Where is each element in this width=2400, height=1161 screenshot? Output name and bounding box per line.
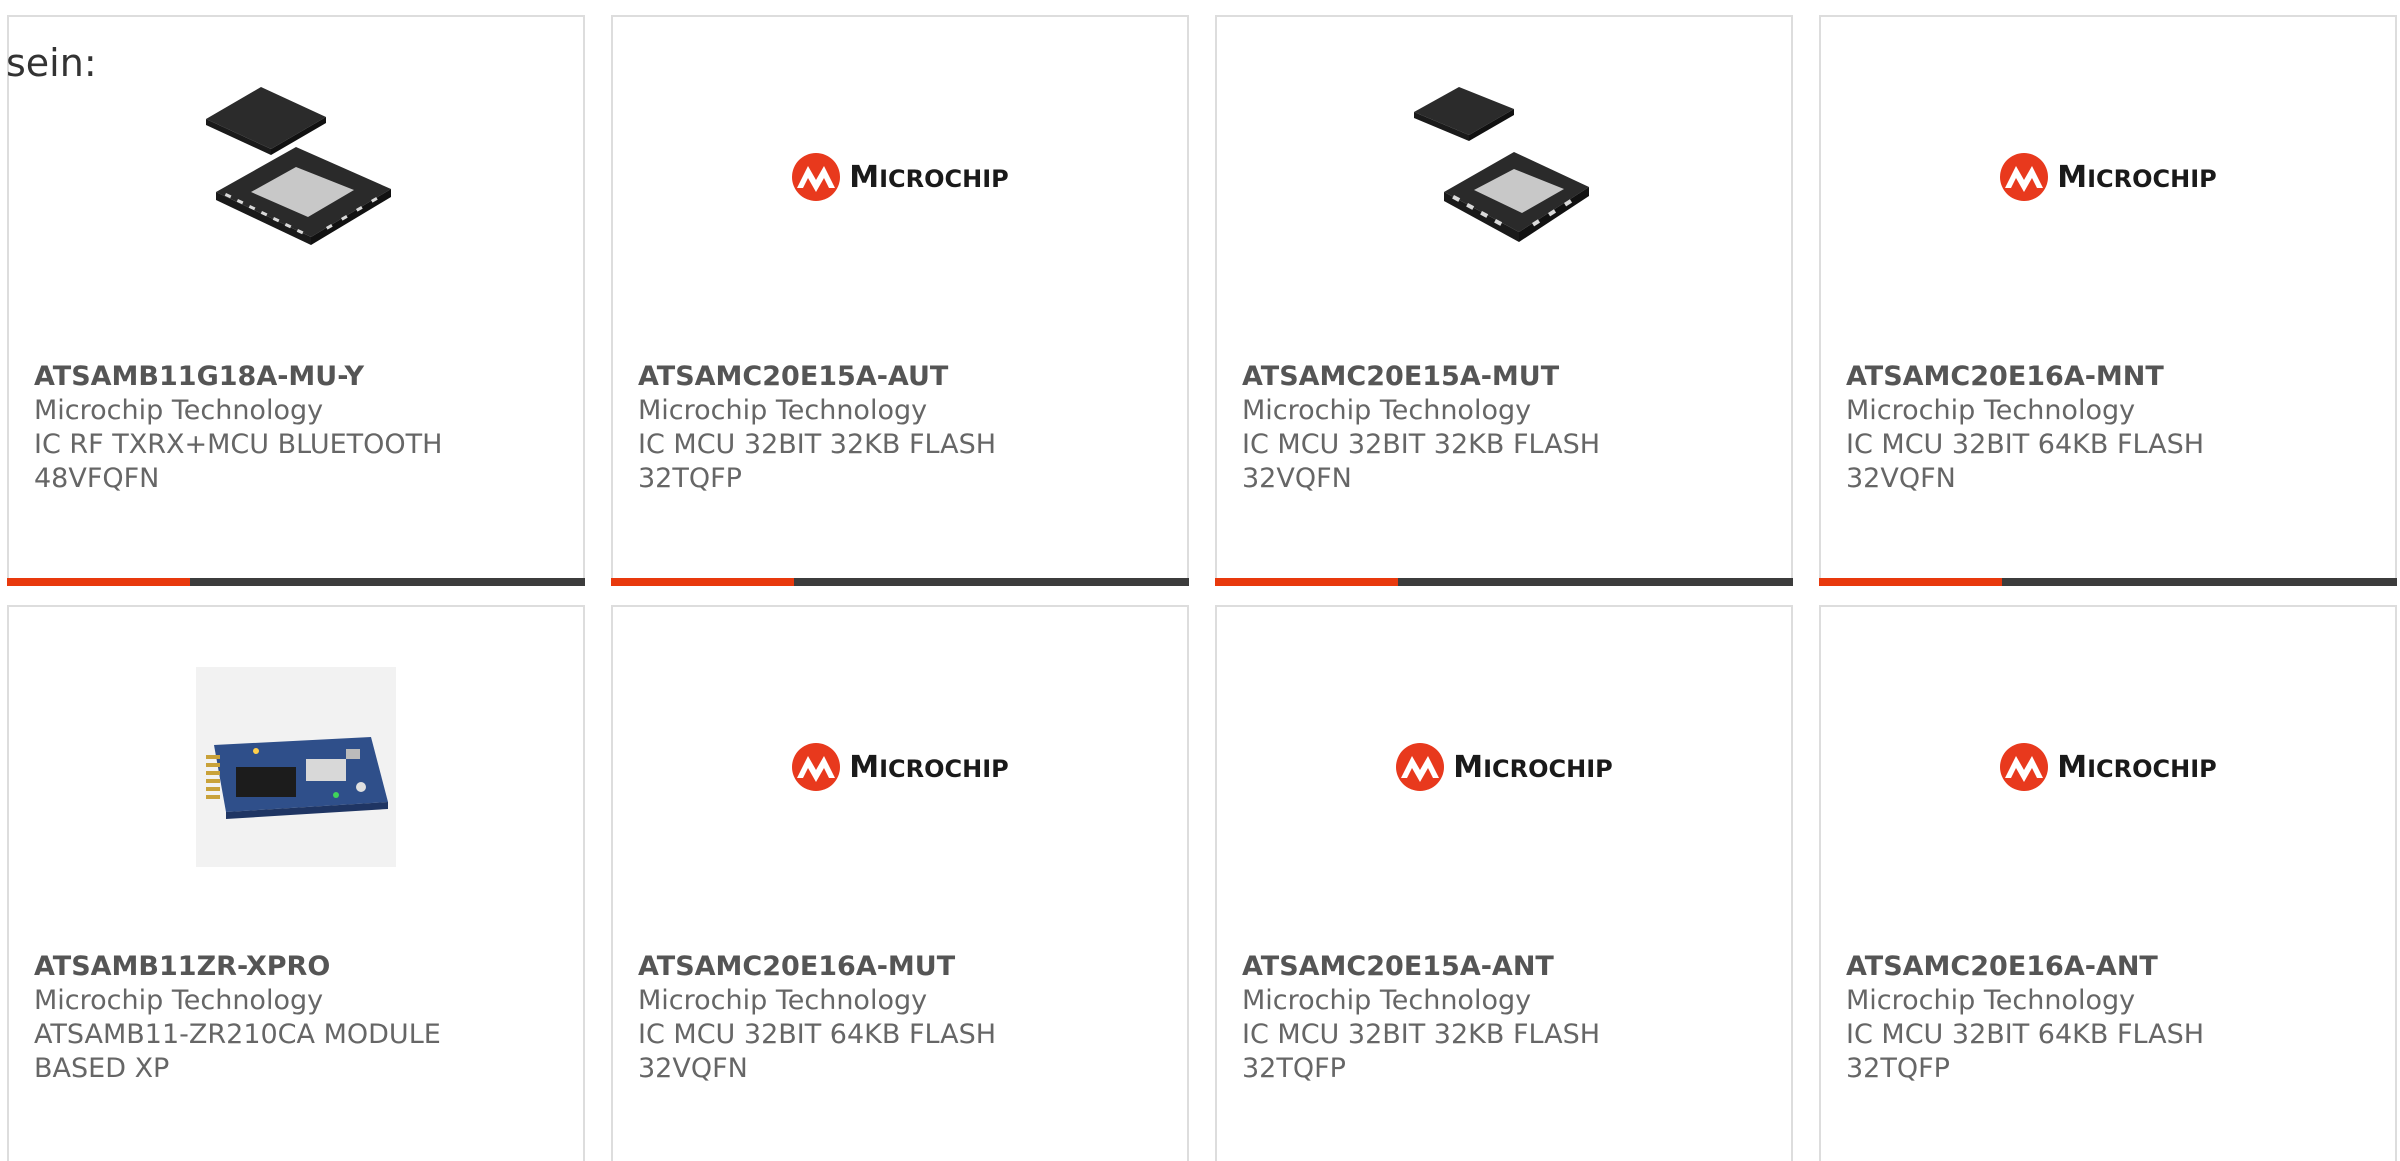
manufacturer: Microchip Technology <box>638 395 928 426</box>
card-bottom-bar <box>1819 578 2397 586</box>
part-number-link[interactable]: ATSAMC20E15A-ANT <box>1242 950 1781 984</box>
product-card[interactable]: MICROCHIP ATSAMC20E16A-MNT Microchip Tec… <box>1819 15 2397 586</box>
logo-text: ICROCHIP <box>2087 164 2217 193</box>
product-card[interactable]: MICROCHIP ATSAMC20E16A-ANT Microchip Tec… <box>1819 605 2397 1161</box>
product-image[interactable] <box>9 667 583 867</box>
description-line: 32VQFN <box>638 1053 748 1084</box>
product-image[interactable] <box>1217 77 1791 277</box>
manufacturer: Microchip Technology <box>1242 395 1532 426</box>
description-line: 48VFQFN <box>34 463 160 494</box>
dev-board-icon <box>196 667 396 867</box>
product-image[interactable] <box>9 77 583 277</box>
part-number-link[interactable]: ATSAMB11ZR-XPRO <box>34 950 573 984</box>
microchip-logo: MICROCHIP <box>791 742 1009 792</box>
description-line: 32TQFP <box>1846 1053 1950 1084</box>
description-line: IC MCU 32BIT 32KB FLASH <box>1242 429 1601 460</box>
part-number-link[interactable]: ATSAMC20E15A-AUT <box>638 360 1177 394</box>
qfn-chip-icon <box>1414 87 1589 242</box>
part-number-link[interactable]: ATSAMC20E16A-MUT <box>638 950 1177 984</box>
product-card[interactable]: ATSAMB11G18A-MU-Y Microchip Technology I… <box>7 15 585 586</box>
logo-text: M <box>2057 159 2088 195</box>
description-line: 32VQFN <box>1846 463 1956 494</box>
product-image[interactable]: MICROCHIP <box>613 77 1187 277</box>
card-bottom-bar <box>7 578 585 586</box>
part-number-link[interactable]: ATSAMC20E15A-MUT <box>1242 360 1781 394</box>
manufacturer: Microchip Technology <box>1846 395 2136 426</box>
microchip-logo-icon <box>2000 153 2049 201</box>
description-line: IC MCU 32BIT 64KB FLASH <box>638 1019 997 1050</box>
card-accent <box>611 578 794 586</box>
product-card[interactable]: MICROCHIP ATSAMC20E15A-AUT Microchip Tec… <box>611 15 1189 586</box>
product-image[interactable]: MICROCHIP <box>1821 667 2395 867</box>
card-accent <box>7 578 190 586</box>
logo-text: M <box>849 159 880 195</box>
description-line: 32TQFP <box>1242 1053 1346 1084</box>
description-line: IC RF TXRX+MCU BLUETOOTH <box>34 429 443 460</box>
description-line: IC MCU 32BIT 32KB FLASH <box>638 429 997 460</box>
logo-text: ICROCHIP <box>2087 754 2217 783</box>
product-grid: ATSAMB11G18A-MU-Y Microchip Technology I… <box>7 15 2400 1161</box>
manufacturer: Microchip Technology <box>638 985 928 1016</box>
product-card[interactable]: MICROCHIP ATSAMC20E15A-ANT Microchip Tec… <box>1215 605 1793 1161</box>
logo-text: M <box>1453 749 1484 785</box>
product-card[interactable]: ATSAMB11ZR-XPRO Microchip Technology ATS… <box>7 605 585 1161</box>
logo-text: ICROCHIP <box>879 754 1009 783</box>
manufacturer: Microchip Technology <box>1242 985 1532 1016</box>
part-number-link[interactable]: ATSAMC20E16A-ANT <box>1846 950 2385 984</box>
card-accent <box>1215 578 1398 586</box>
card-accent <box>1819 578 2002 586</box>
card-bottom-bar <box>1215 578 1793 586</box>
part-number-link[interactable]: ATSAMC20E16A-MNT <box>1846 360 2385 394</box>
logo-text: M <box>849 749 880 785</box>
product-image[interactable]: MICROCHIP <box>1821 77 2395 277</box>
qfn-chip-icon <box>206 87 391 245</box>
description-line: 32TQFP <box>638 463 742 494</box>
description-line: IC MCU 32BIT 32KB FLASH <box>1242 1019 1601 1050</box>
manufacturer: Microchip Technology <box>34 985 324 1016</box>
description-line: 32VQFN <box>1242 463 1352 494</box>
logo-text: ICROCHIP <box>1483 754 1613 783</box>
microchip-logo-icon <box>1396 743 1445 791</box>
microchip-logo: MICROCHIP <box>1999 742 2217 792</box>
manufacturer: Microchip Technology <box>34 395 324 426</box>
part-number-link[interactable]: ATSAMB11G18A-MU-Y <box>34 360 573 394</box>
product-image[interactable]: MICROCHIP <box>613 667 1187 867</box>
logo-text: M <box>2057 749 2088 785</box>
product-image[interactable]: MICROCHIP <box>1217 667 1791 867</box>
microchip-logo-icon <box>792 743 841 791</box>
logo-text: ICROCHIP <box>879 164 1009 193</box>
microchip-logo: MICROCHIP <box>1395 742 1613 792</box>
description-line: ATSAMB11-ZR210CA MODULE <box>34 1019 441 1050</box>
product-card[interactable]: ATSAMC20E15A-MUT Microchip Technology IC… <box>1215 15 1793 586</box>
product-card[interactable]: MICROCHIP ATSAMC20E16A-MUT Microchip Tec… <box>611 605 1189 1161</box>
description-line: BASED XP <box>34 1053 170 1084</box>
microchip-logo-icon <box>2000 743 2049 791</box>
card-bottom-bar <box>611 578 1189 586</box>
manufacturer: Microchip Technology <box>1846 985 2136 1016</box>
microchip-logo: MICROCHIP <box>791 152 1009 202</box>
description-line: IC MCU 32BIT 64KB FLASH <box>1846 1019 2205 1050</box>
page: sein: ATSAMB11G18A-MU-Y Microchip Techno… <box>0 0 2400 1161</box>
microchip-logo: MICROCHIP <box>1999 152 2217 202</box>
intro-text: sein: <box>6 41 97 85</box>
description-line: IC MCU 32BIT 64KB FLASH <box>1846 429 2205 460</box>
microchip-logo-icon <box>792 153 841 201</box>
